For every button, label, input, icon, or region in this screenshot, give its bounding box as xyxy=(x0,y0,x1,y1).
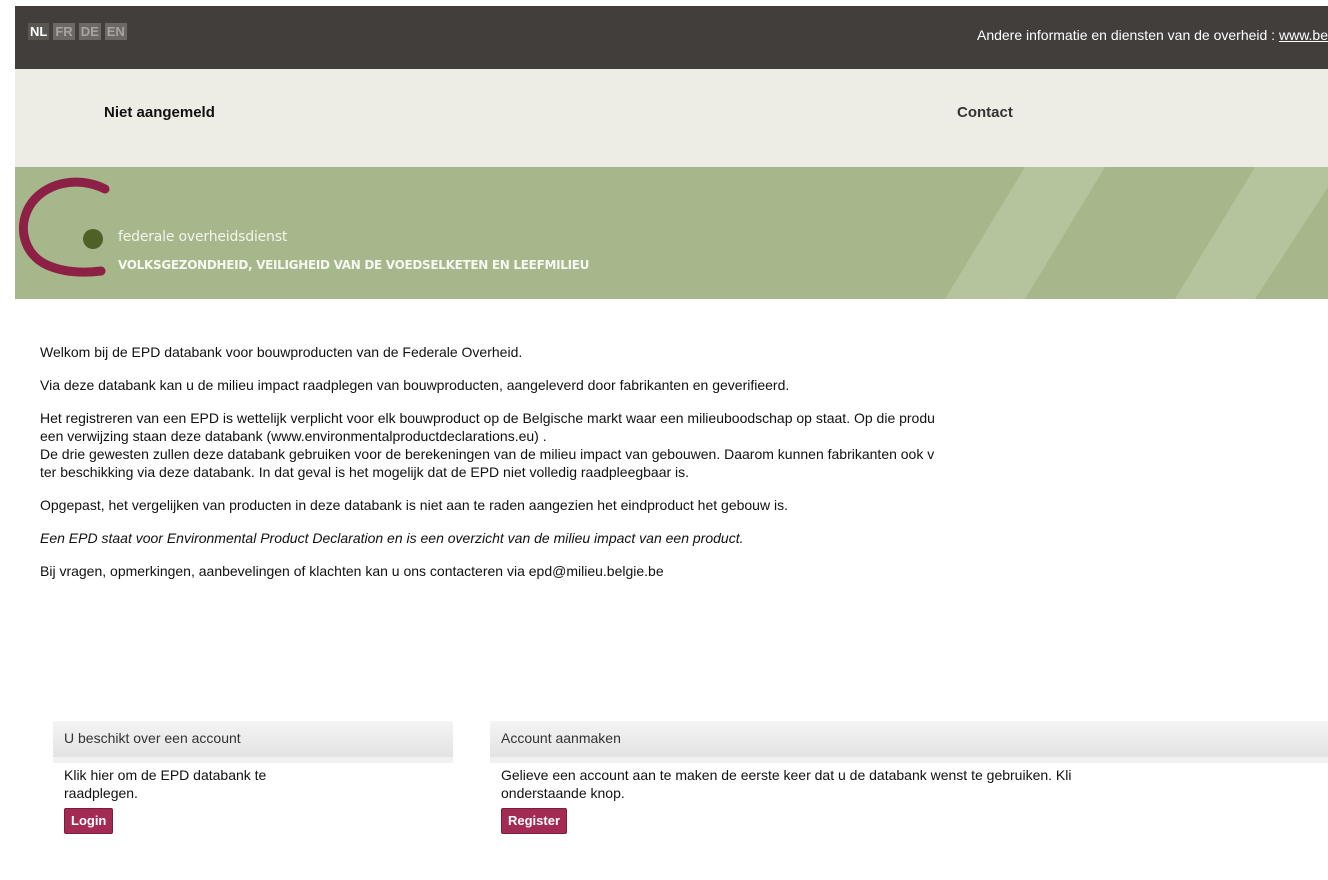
contact-text: Bij vragen, opmerkingen, aanbevelingen o… xyxy=(40,563,664,579)
banner-stripe xyxy=(945,167,1105,299)
login-panel-body: Klik hier om de EPD databank te raadpleg… xyxy=(53,763,453,880)
register-panel-text: Gelieve een account aan te maken de eers… xyxy=(501,766,1317,802)
legal-line-4: ter beschikking via deze databank. In da… xyxy=(40,464,690,480)
login-text-line-2: raadplegen. xyxy=(64,785,138,801)
nav-bar: Niet aangemeld Contact xyxy=(15,69,1328,167)
top-bar: NL FR DE EN Andere informatie en dienste… xyxy=(15,6,1328,69)
legal-line-2: een verwijzing staan deze databank (www.… xyxy=(40,428,547,444)
register-button[interactable]: Register xyxy=(501,808,568,834)
login-status: Niet aangemeld xyxy=(104,104,215,121)
login-panel: U beschikt over een account Klik hier om… xyxy=(53,721,453,880)
intro-text: Welkom bij de EPD databank voor bouwprod… xyxy=(40,343,1328,595)
legal-text: Het registreren van een EPD is wettelijk… xyxy=(40,409,1328,481)
register-panel: Account aanmaken Gelieve een account aan… xyxy=(490,721,1328,880)
logo-dot-icon xyxy=(83,229,103,249)
welcome-text: Welkom bij de EPD databank voor bouwprod… xyxy=(40,344,523,360)
register-panel-title: Account aanmaken xyxy=(490,721,1328,757)
register-panel-body: Gelieve een account aan te maken de eers… xyxy=(490,763,1328,880)
header-banner: federale overheidsdienst VOLKSGEZONDHEID… xyxy=(15,167,1328,299)
epd-definition: Een EPD staat voor Environmental Product… xyxy=(40,530,744,546)
register-text-line-1: Gelieve een account aan te maken de eers… xyxy=(501,767,1072,783)
login-panel-title: U beschikt over een account xyxy=(53,721,453,757)
legal-line-1: Het registreren van een EPD is wettelijk… xyxy=(40,410,935,426)
government-info-text: Andere informatie en diensten van de ove… xyxy=(976,27,1279,43)
login-panel-text: Klik hier om de EPD databank te raadpleg… xyxy=(64,766,442,802)
government-link[interactable]: www.be xyxy=(1279,27,1328,43)
contact-link[interactable]: Contact xyxy=(957,104,1013,121)
organization-type: federale overheidsdienst xyxy=(118,229,288,245)
banner-stripe xyxy=(1175,167,1328,299)
login-button[interactable]: Login xyxy=(64,808,114,834)
legal-line-3: De drie gewesten zullen deze databank ge… xyxy=(40,446,935,462)
government-info: Andere informatie en diensten van de ove… xyxy=(15,27,1328,43)
organization-name: VOLKSGEZONDHEID, VEILIGHEID VAN DE VOEDS… xyxy=(118,258,590,272)
purpose-text: Via deze databank kan u de milieu impact… xyxy=(40,377,790,393)
logo-arc-icon xyxy=(18,177,110,277)
warning-text: Opgepast, het vergelijken van producten … xyxy=(40,497,788,513)
login-text-line-1: Klik hier om de EPD databank te xyxy=(64,767,267,783)
register-text-line-2: onderstaande knop. xyxy=(501,785,625,801)
